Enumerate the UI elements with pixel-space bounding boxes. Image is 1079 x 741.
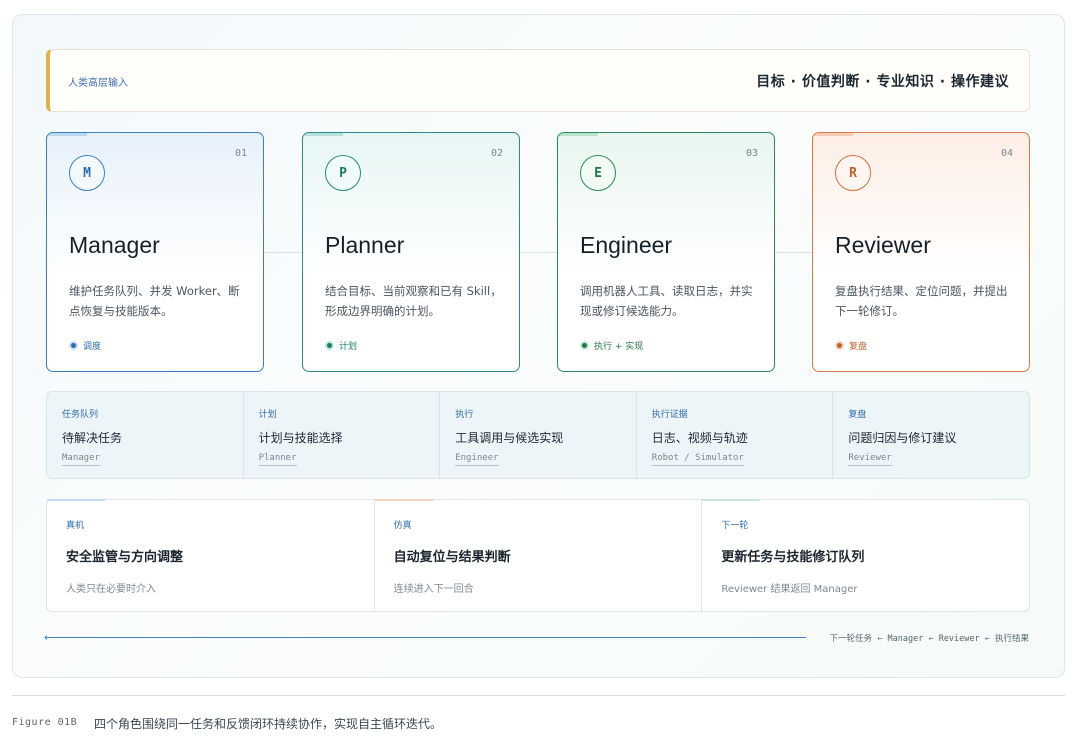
context-value: 自动复位与结果判断 <box>393 550 511 565</box>
context-accent-tab <box>702 499 761 501</box>
role-tag: 执行 + 实现 <box>580 339 643 352</box>
context-accent-tab <box>47 499 105 501</box>
workflow-step-value: 待解决任务 <box>62 431 123 445</box>
role-description: 调用机器人工具、读取日志，并实现或修订候选能力。 <box>580 284 753 318</box>
context-key: 下一轮 <box>721 521 749 531</box>
role-title: Planner <box>325 232 405 258</box>
role-description: 结合目标、当前观察和已有 Skill，形成边界明确的计划。 <box>325 284 502 318</box>
context-column: 真机 安全监管与方向调整 人类只在必要时介入 <box>47 499 375 611</box>
context-value: 更新任务与技能修订队列 <box>721 550 865 565</box>
role-badge: E <box>580 155 616 191</box>
role-title: Manager <box>69 232 160 258</box>
caption-divider <box>12 695 1065 696</box>
role-card-manager: 01 M Manager 维护任务队列、并发 Worker、断点恢复与技能版本。… <box>46 132 264 372</box>
role-badge: P <box>325 155 361 191</box>
role-tag: 复盘 <box>835 339 867 352</box>
role-tag-label: 调度 <box>83 342 102 352</box>
workflow-step-key: 计划 <box>258 410 277 420</box>
workflow-step: 任务队列 待解决任务 Manager <box>47 392 244 478</box>
feedback-loop-label: 下一轮任务 ← Manager ← Reviewer ← 执行结果 <box>829 634 1029 644</box>
workflow-step-source: Planner <box>258 453 297 466</box>
card-accent-tab <box>303 133 343 136</box>
role-number: 02 <box>490 148 503 159</box>
context-sub: 连续进入下一回合 <box>393 584 474 595</box>
workflow-step-key: 任务队列 <box>62 410 99 420</box>
context-sub: 人类只在必要时介入 <box>66 584 156 595</box>
context-key: 真机 <box>66 521 85 531</box>
workflow-step-key: 执行 <box>455 410 474 420</box>
feedback-loop-line <box>50 637 806 638</box>
workflow-step: 复盘 问题归因与修订建议 Reviewer <box>833 392 1029 478</box>
connector-line <box>520 252 557 253</box>
figure-caption: 四个角色围绕同一任务和反馈闭环持续协作，实现自主循环迭代。 <box>94 717 443 731</box>
role-description: 维护任务队列、并发 Worker、断点恢复与技能版本。 <box>69 284 240 318</box>
role-card-reviewer: 04 R Reviewer 复盘执行结果、定位问题，并提出下一轮修订。 复盘 <box>812 132 1030 372</box>
tag-dot-icon <box>325 341 334 350</box>
workflow-step-value: 计划与技能选择 <box>258 431 343 445</box>
workflow-step-source: Reviewer <box>848 453 892 466</box>
role-badge: M <box>69 155 105 191</box>
role-title: Engineer <box>580 232 673 258</box>
role-tag-label: 计划 <box>339 342 358 352</box>
context-column: 下一轮 更新任务与技能修订队列 Reviewer 结果返回 Manager <box>702 499 1029 611</box>
workflow-step-key: 复盘 <box>848 410 867 420</box>
card-accent-tab <box>813 133 853 136</box>
workflow-step-key: 执行证据 <box>651 410 688 420</box>
tag-dot-icon <box>69 341 78 350</box>
figure-number: Figure 01B <box>12 717 78 728</box>
role-tag-label: 执行 + 实现 <box>594 342 644 352</box>
connector-line <box>775 252 812 253</box>
context-value: 安全监管与方向调整 <box>66 550 184 565</box>
role-number: 04 <box>1000 148 1013 159</box>
role-card-planner: 02 P Planner 结合目标、当前观察和已有 Skill，形成边界明确的计… <box>302 132 520 372</box>
workflow-step-source: Manager <box>62 453 100 466</box>
context-column: 仿真 自动复位与结果判断 连续进入下一回合 <box>374 499 703 611</box>
workflow-step-source: Robot / Simulator <box>651 453 744 466</box>
role-number: 03 <box>745 148 758 159</box>
role-tag-label: 复盘 <box>849 342 868 352</box>
human-input-goals: 目标 · 价值判断 · 专业知识 · 操作建议 <box>756 74 1009 90</box>
tag-dot-icon <box>835 341 844 350</box>
role-tag: 调度 <box>69 339 101 352</box>
role-badge: R <box>835 155 871 191</box>
connector-line <box>264 252 302 253</box>
context-panel: 真机 安全监管与方向调整 人类只在必要时介入 仿真 自动复位与结果判断 连续进入… <box>46 499 1030 612</box>
workflow-step-value: 问题归因与修订建议 <box>848 431 957 445</box>
card-accent-tab <box>47 133 87 136</box>
role-card-engineer: 03 E Engineer 调用机器人工具、读取日志，并实现或修订候选能力。 执… <box>557 132 775 372</box>
workflow-step-source: Engineer <box>455 453 499 466</box>
workflow-step: 执行 工具调用与候选实现 Engineer <box>440 392 637 478</box>
context-key: 仿真 <box>393 521 412 531</box>
workflow-strip: 任务队列 待解决任务 Manager 计划 计划与技能选择 Planner 执行… <box>46 391 1030 479</box>
tag-dot-icon <box>580 341 589 350</box>
human-input-label: 人类高层输入 <box>68 78 128 89</box>
workflow-step-value: 工具调用与候选实现 <box>455 431 564 445</box>
role-number: 01 <box>234 148 247 159</box>
role-description: 复盘执行结果、定位问题，并提出下一轮修订。 <box>835 284 1008 318</box>
role-title: Reviewer <box>835 232 931 258</box>
context-accent-tab <box>374 499 433 501</box>
workflow-step: 计划 计划与技能选择 Planner <box>244 392 441 478</box>
card-accent-tab <box>558 133 598 136</box>
context-sub: Reviewer 结果返回 Manager <box>721 584 858 595</box>
human-input-bar: 人类高层输入 目标 · 价值判断 · 专业知识 · 操作建议 <box>46 49 1030 112</box>
workflow-step: 执行证据 日志、视频与轨迹 Robot / Simulator <box>637 392 834 478</box>
workflow-step-value: 日志、视频与轨迹 <box>651 431 748 445</box>
role-tag: 计划 <box>325 339 357 352</box>
